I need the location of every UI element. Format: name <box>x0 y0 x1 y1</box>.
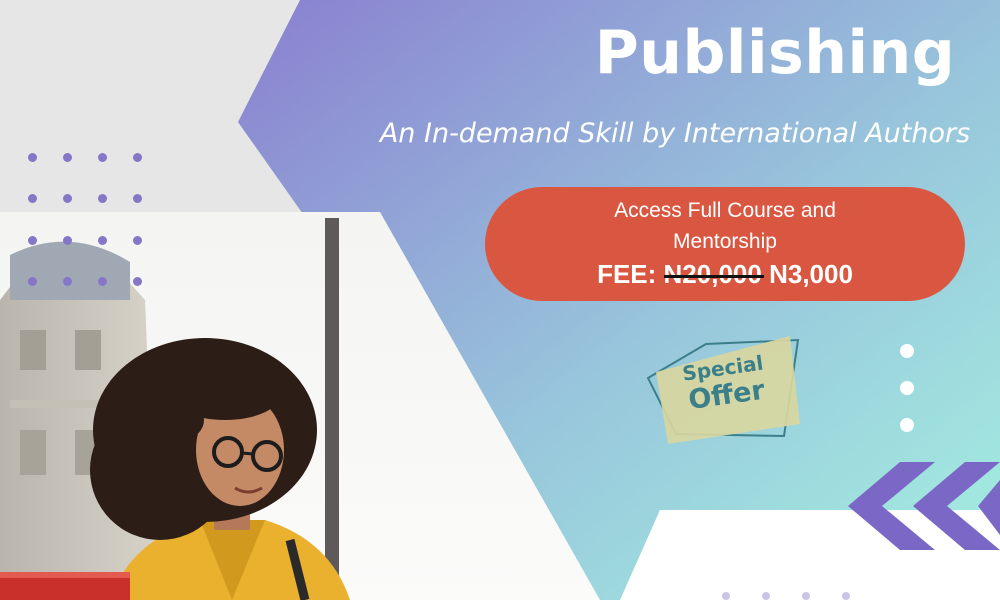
fee-label: FEE: <box>597 259 657 289</box>
page-title: Publishing <box>594 18 956 88</box>
subtitle: An In-demand Skill by International Auth… <box>379 118 971 149</box>
fee-line: FEE: N20,000 N3,000 <box>485 257 965 291</box>
offer-line-2: Mentorship <box>673 230 777 253</box>
offer-line-1: Access Full Course and <box>614 199 836 222</box>
new-price: N3,000 <box>769 259 853 289</box>
course-offer-button[interactable]: Access Full Course and Mentorship FEE: N… <box>485 187 965 301</box>
old-price: N20,000 <box>663 259 765 289</box>
